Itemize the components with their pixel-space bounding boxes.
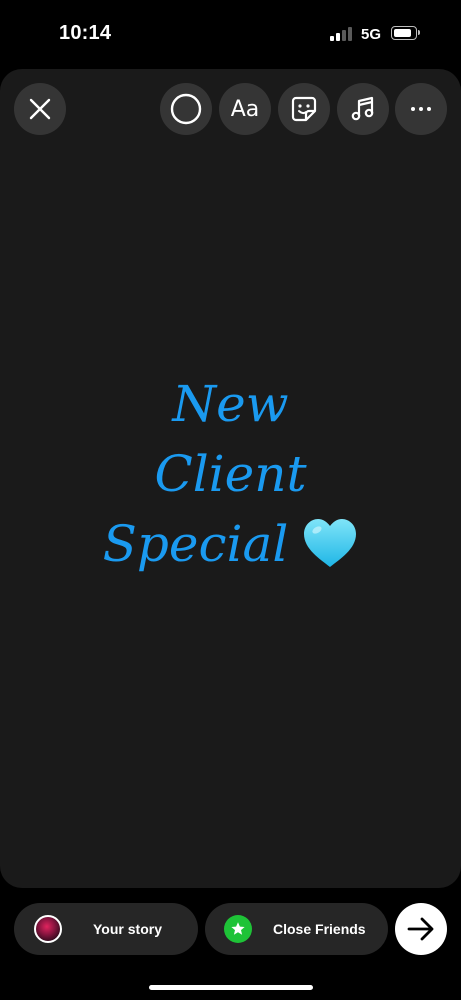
close-icon [29,98,51,120]
more-icon [411,107,431,111]
draw-tool-button[interactable] [160,83,212,135]
story-text-line-3: Special [102,515,289,573]
close-friends-button[interactable]: Close Friends [205,903,388,955]
story-text-line-1: New [172,375,289,433]
avatar [34,915,62,943]
network-type: 5G [361,26,382,43]
music-tool-button[interactable] [337,83,389,135]
close-friends-star-icon [224,915,252,943]
next-button[interactable] [395,903,447,955]
cellular-signal-icon [330,27,354,41]
text-tool-button[interactable]: Aa [219,83,271,135]
close-button[interactable] [14,83,66,135]
story-canvas[interactable]: Aa New Client Special [0,69,461,888]
arrow-right-icon [407,917,434,941]
text-tool-label: Aa [230,96,260,122]
home-indicator [149,985,313,990]
story-text-block[interactable]: New Client Special [0,369,461,579]
light-blue-heart-icon [304,519,357,567]
sticker-icon [291,96,317,122]
your-story-button[interactable]: Your story [14,903,198,955]
close-friends-label: Close Friends [273,921,366,937]
status-time: 10:14 [59,22,112,44]
more-options-button[interactable] [395,83,447,135]
battery-icon [391,26,420,40]
music-note-icon [351,96,374,121]
sticker-tool-button[interactable] [278,83,330,135]
status-bar: 10:14 5G [0,0,461,66]
story-text-line-2: Client [154,445,307,503]
story-text-line-3-wrap: Special [0,509,461,579]
your-story-label: Your story [93,921,162,937]
circle-outline-icon [170,93,202,125]
